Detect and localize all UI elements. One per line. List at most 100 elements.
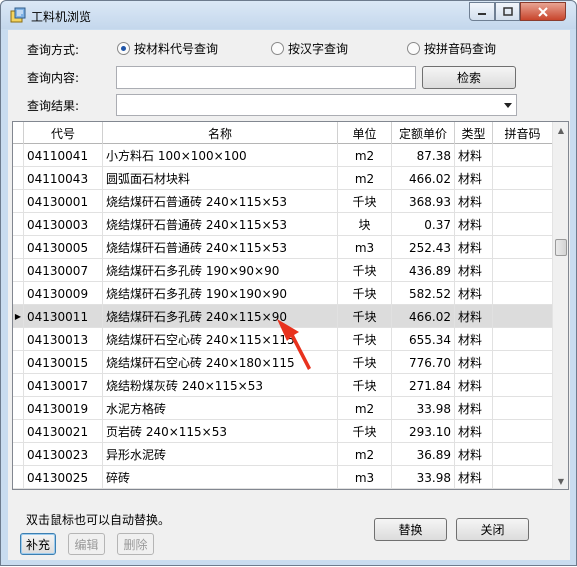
- delete-button[interactable]: 删除: [117, 533, 154, 555]
- cell-price[interactable]: 33.98: [392, 466, 455, 489]
- cell-price[interactable]: 87.38: [392, 144, 455, 167]
- vertical-scrollbar[interactable]: ▲ ▼: [552, 122, 568, 489]
- column-header-code[interactable]: 代号: [24, 122, 103, 144]
- table-row[interactable]: 04130019 水泥方格砖 m2 33.98 材料: [13, 397, 553, 420]
- search-button[interactable]: 检索: [422, 66, 516, 89]
- table-row[interactable]: 04130001 烧结煤矸石普通砖 240×115×53 千块 368.93 材料: [13, 190, 553, 213]
- cell-type[interactable]: 材料: [455, 397, 493, 420]
- table-row[interactable]: 04130007 烧结煤矸石多孔砖 190×90×90 千块 436.89 材料: [13, 259, 553, 282]
- cell-type[interactable]: 材料: [455, 305, 493, 328]
- cell-code[interactable]: 04110043: [24, 167, 103, 190]
- cell-price[interactable]: 466.02: [392, 305, 455, 328]
- row-indicator[interactable]: [13, 420, 24, 443]
- table-row[interactable]: 04130009 烧结煤矸石多孔砖 190×190×90 千块 582.52 材料: [13, 282, 553, 305]
- table-row[interactable]: ▶ 04130011 烧结煤矸石多孔砖 240×115×90 千块 466.02 材料: [13, 305, 553, 328]
- radio-by-pinyin[interactable]: 按拼音码查询: [407, 40, 496, 57]
- table-row[interactable]: 04110043 圆弧面石材块料 m2 466.02 材料: [13, 167, 553, 190]
- table-row[interactable]: 04130023 异形水泥砖 m2 36.89 材料: [13, 443, 553, 466]
- cell-unit[interactable]: m2: [338, 144, 392, 167]
- cell-unit[interactable]: 块: [338, 213, 392, 236]
- radio-by-code[interactable]: 按材料代号查询: [117, 40, 218, 57]
- cell-pinyin[interactable]: [493, 259, 553, 282]
- query-content-input[interactable]: [116, 66, 416, 89]
- row-indicator[interactable]: [13, 328, 24, 351]
- row-indicator[interactable]: [13, 236, 24, 259]
- supplement-button[interactable]: 补充: [20, 533, 56, 555]
- column-header-type[interactable]: 类型: [455, 122, 493, 144]
- cell-unit[interactable]: 千块: [338, 305, 392, 328]
- row-indicator[interactable]: [13, 374, 24, 397]
- cell-code[interactable]: 04130003: [24, 213, 103, 236]
- cell-unit[interactable]: 千块: [338, 420, 392, 443]
- cell-unit[interactable]: 千块: [338, 259, 392, 282]
- cell-unit[interactable]: m2: [338, 443, 392, 466]
- table-row[interactable]: 04130025 碎砖 m3 33.98 材料: [13, 466, 553, 489]
- cell-name[interactable]: 烧结煤矸石普通砖 240×115×53: [103, 236, 338, 259]
- maximize-button[interactable]: [495, 2, 520, 21]
- cell-unit[interactable]: m3: [338, 236, 392, 259]
- scrollbar-thumb[interactable]: [555, 239, 567, 256]
- cell-pinyin[interactable]: [493, 374, 553, 397]
- cell-pinyin[interactable]: [493, 190, 553, 213]
- cell-unit[interactable]: m2: [338, 167, 392, 190]
- row-indicator[interactable]: [13, 190, 24, 213]
- cell-name[interactable]: 烧结煤矸石普通砖 240×115×53: [103, 190, 338, 213]
- row-indicator[interactable]: [13, 397, 24, 420]
- cell-type[interactable]: 材料: [455, 259, 493, 282]
- cell-pinyin[interactable]: [493, 282, 553, 305]
- cell-type[interactable]: 材料: [455, 420, 493, 443]
- cell-type[interactable]: 材料: [455, 190, 493, 213]
- cell-name[interactable]: 烧结煤矸石多孔砖 240×115×90: [103, 305, 338, 328]
- radio-by-chinese[interactable]: 按汉字查询: [271, 40, 348, 57]
- cell-code[interactable]: 04130025: [24, 466, 103, 489]
- cell-code[interactable]: 04130023: [24, 443, 103, 466]
- cell-unit[interactable]: 千块: [338, 328, 392, 351]
- table-row[interactable]: 04110041 小方料石 100×100×100 m2 87.38 材料: [13, 144, 553, 167]
- cell-pinyin[interactable]: [493, 351, 553, 374]
- close-window-button[interactable]: [520, 2, 566, 21]
- cell-pinyin[interactable]: [493, 144, 553, 167]
- table-row[interactable]: 04130017 烧结粉煤灰砖 240×115×53 千块 271.84 材料: [13, 374, 553, 397]
- cell-name[interactable]: 圆弧面石材块料: [103, 167, 338, 190]
- row-indicator[interactable]: [13, 213, 24, 236]
- cell-pinyin[interactable]: [493, 328, 553, 351]
- cell-type[interactable]: 材料: [455, 167, 493, 190]
- cell-name[interactable]: 小方料石 100×100×100: [103, 144, 338, 167]
- cell-name[interactable]: 水泥方格砖: [103, 397, 338, 420]
- cell-type[interactable]: 材料: [455, 443, 493, 466]
- cell-name[interactable]: 烧结煤矸石空心砖 240×115×115: [103, 328, 338, 351]
- cell-code[interactable]: 04110041: [24, 144, 103, 167]
- cell-code[interactable]: 04130017: [24, 374, 103, 397]
- cell-type[interactable]: 材料: [455, 351, 493, 374]
- cell-code[interactable]: 04130011: [24, 305, 103, 328]
- cell-type[interactable]: 材料: [455, 374, 493, 397]
- cell-price[interactable]: 368.93: [392, 190, 455, 213]
- cell-unit[interactable]: 千块: [338, 374, 392, 397]
- cell-price[interactable]: 33.98: [392, 397, 455, 420]
- cell-price[interactable]: 0.37: [392, 213, 455, 236]
- cell-code[interactable]: 04130013: [24, 328, 103, 351]
- cell-pinyin[interactable]: [493, 213, 553, 236]
- cell-code[interactable]: 04130009: [24, 282, 103, 305]
- cell-unit[interactable]: m2: [338, 397, 392, 420]
- table-row[interactable]: 04130005 烧结煤矸石普通砖 240×115×53 m3 252.43 材料: [13, 236, 553, 259]
- cell-name[interactable]: 烧结煤矸石普通砖 240×115×53: [103, 213, 338, 236]
- cell-name[interactable]: 异形水泥砖: [103, 443, 338, 466]
- row-indicator[interactable]: [13, 167, 24, 190]
- cell-name[interactable]: 烧结煤矸石多孔砖 190×90×90: [103, 259, 338, 282]
- column-header-unit[interactable]: 单位: [338, 122, 392, 144]
- query-result-select[interactable]: [116, 94, 517, 116]
- replace-button[interactable]: 替换: [374, 518, 447, 541]
- cell-name[interactable]: 碎砖: [103, 466, 338, 489]
- cell-unit[interactable]: 千块: [338, 351, 392, 374]
- cell-name[interactable]: 烧结煤矸石多孔砖 190×190×90: [103, 282, 338, 305]
- cell-unit[interactable]: 千块: [338, 282, 392, 305]
- cell-pinyin[interactable]: [493, 167, 553, 190]
- column-header-price[interactable]: 定额单价: [392, 122, 455, 144]
- cell-type[interactable]: 材料: [455, 282, 493, 305]
- cell-type[interactable]: 材料: [455, 213, 493, 236]
- column-header-name[interactable]: 名称: [103, 122, 338, 144]
- table-row[interactable]: 04130021 页岩砖 240×115×53 千块 293.10 材料: [13, 420, 553, 443]
- row-indicator[interactable]: [13, 443, 24, 466]
- cell-code[interactable]: 04130007: [24, 259, 103, 282]
